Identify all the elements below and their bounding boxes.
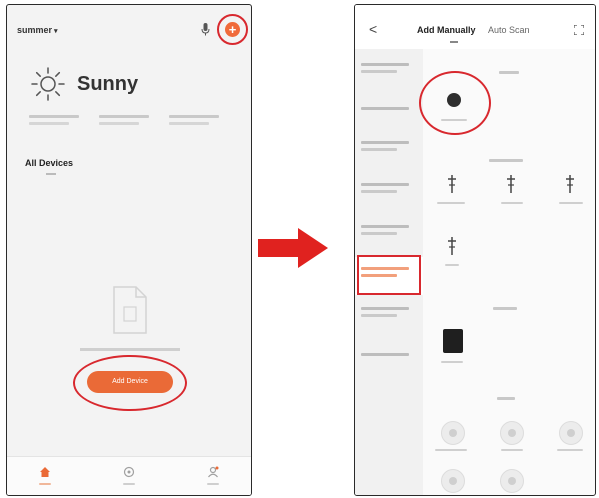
sidebar-item[interactable]: [361, 183, 417, 193]
sidebar-item[interactable]: [361, 225, 417, 235]
device-caption: [445, 264, 459, 266]
lock-device-icon[interactable]: [444, 237, 460, 255]
sensor-device-icon[interactable]: [559, 421, 583, 445]
tab-label-smart: [123, 483, 135, 485]
lock-device-icon[interactable]: [444, 175, 460, 193]
weather-condition: Sunny: [77, 73, 139, 95]
weather-stat-2: [99, 115, 149, 125]
add-device-header: < Add Manually Auto Scan: [355, 5, 595, 49]
home-icon[interactable]: [39, 466, 51, 478]
me-icon[interactable]: [207, 466, 219, 478]
home-name-label: summer: [17, 25, 53, 35]
sidebar-item[interactable]: [361, 141, 417, 151]
sensor-device-icon[interactable]: [441, 469, 465, 493]
tab-label-home: [39, 483, 51, 485]
category-title: [497, 397, 515, 400]
sensor-device-icon[interactable]: [500, 469, 524, 493]
device-caption: [441, 361, 463, 363]
tab-label-me: [207, 483, 219, 485]
active-tab-indicator: [450, 41, 458, 43]
home-selector[interactable]: summer ▾: [17, 25, 58, 35]
sensor-device-icon[interactable]: [441, 421, 465, 445]
weather-stat-1: [29, 115, 79, 125]
device-caption: [501, 449, 523, 451]
weather-stat-3: [169, 115, 219, 125]
device-caption: [559, 202, 583, 204]
bottom-tab-bar: [7, 456, 251, 495]
category-title: [493, 307, 517, 310]
sidebar-item[interactable]: [361, 353, 417, 360]
tab-auto-scan[interactable]: Auto Scan: [488, 25, 530, 35]
home-top-bar: summer ▾ +: [7, 5, 251, 55]
lock-device-icon[interactable]: [503, 175, 519, 193]
sun-icon: [31, 67, 65, 101]
highlight-rectangle: [357, 255, 421, 295]
lock-device-icon[interactable]: [562, 175, 578, 193]
device-caption: [557, 449, 583, 451]
sidebar-item[interactable]: [361, 307, 417, 317]
device-caption: [437, 202, 465, 204]
tab-underline: [46, 173, 56, 175]
add-device-phone: < Add Manually Auto Scan: [354, 4, 596, 496]
category-title: [499, 71, 519, 74]
sidebar-item[interactable]: [361, 63, 417, 73]
microphone-icon[interactable]: [201, 23, 210, 36]
tab-add-manually[interactable]: Add Manually: [417, 25, 476, 35]
device-caption: [435, 449, 467, 451]
highlight-circle: [217, 14, 248, 45]
smart-icon[interactable]: [123, 466, 135, 478]
empty-state-message: [80, 348, 180, 351]
panel-device-icon[interactable]: [443, 329, 463, 353]
sensor-device-icon[interactable]: [500, 421, 524, 445]
category-title: [489, 159, 523, 162]
right-arrow-icon: [258, 228, 328, 268]
back-arrow-icon[interactable]: <: [369, 21, 377, 37]
empty-document-icon: [113, 286, 147, 334]
all-devices-title[interactable]: All Devices: [25, 158, 73, 168]
sidebar-item[interactable]: [361, 107, 417, 114]
highlight-circle: [419, 71, 491, 135]
highlight-oval: [73, 355, 187, 411]
scan-icon[interactable]: [574, 25, 584, 35]
home-screen-phone: summer ▾ + Sunny All Devices Add Device: [6, 4, 252, 496]
chevron-down-icon: ▾: [54, 28, 58, 35]
device-caption: [501, 202, 523, 204]
